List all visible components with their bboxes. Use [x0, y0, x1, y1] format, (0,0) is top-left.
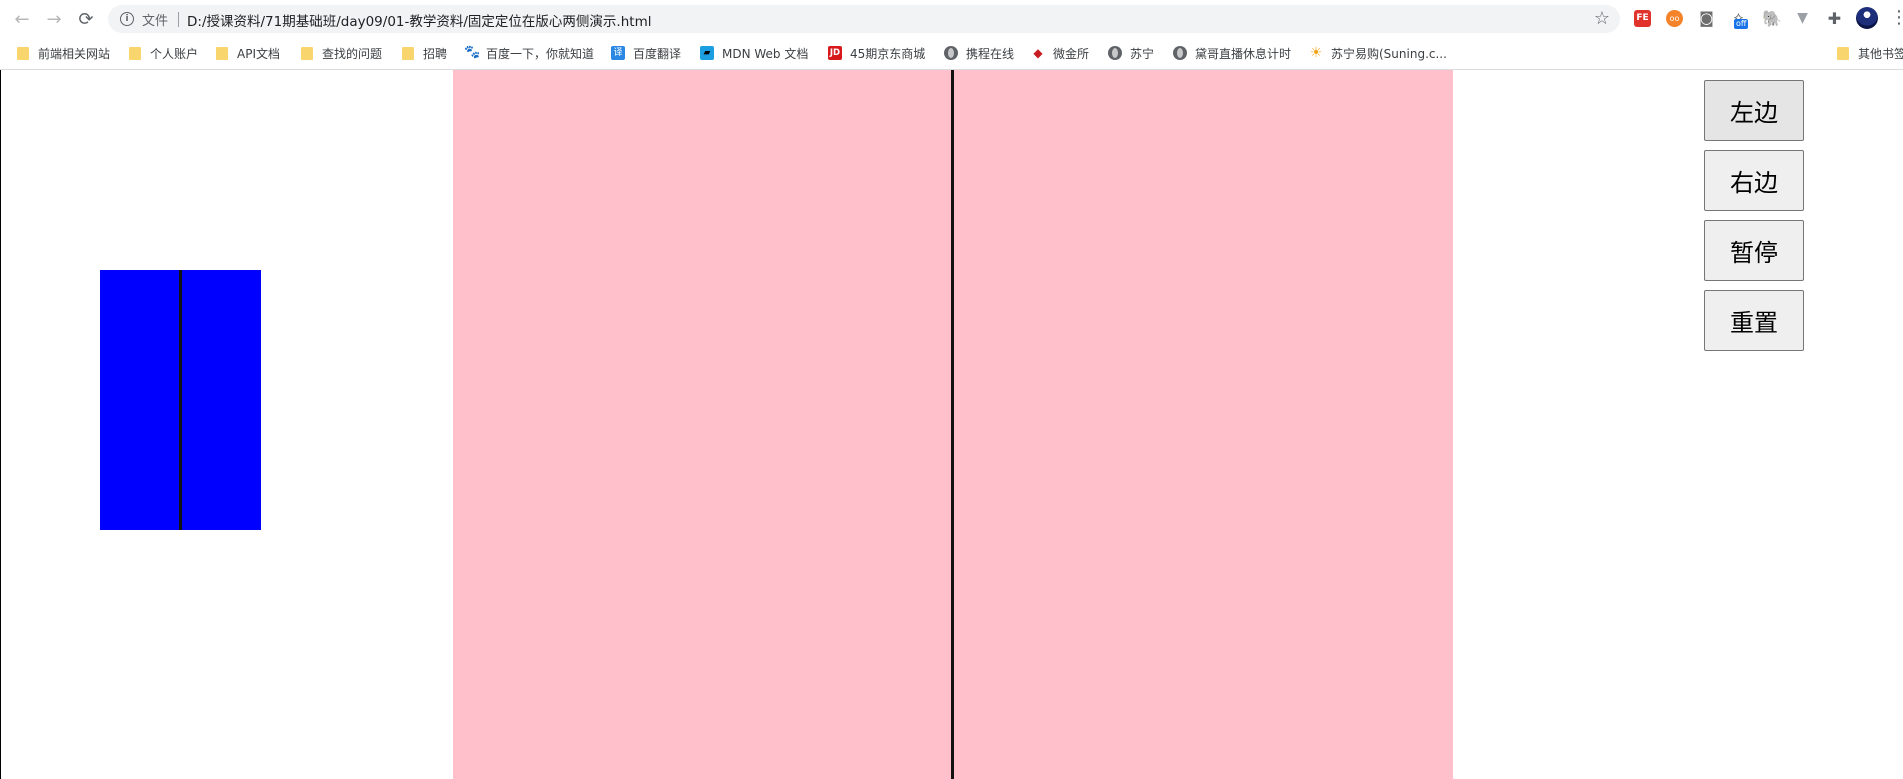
bookmark-item[interactable]: ◆ 微金所: [1031, 45, 1089, 61]
bookmark-label: 45期京东商城: [850, 46, 926, 61]
other-bookmarks-label: 其他书签: [1858, 46, 1903, 61]
folder-icon: [402, 46, 414, 60]
bookmark-item[interactable]: 黛哥直播休息计时: [1173, 45, 1291, 61]
url-separator: [178, 12, 179, 27]
center-line: [951, 70, 954, 779]
bookmark-item[interactable]: 携程在线: [944, 45, 1014, 61]
oo-text: oo: [1669, 14, 1680, 23]
bookmark-star-icon[interactable]: ☆: [1594, 8, 1610, 29]
folder-icon: [216, 46, 228, 60]
weijinsuo-icon: ◆: [1033, 46, 1043, 60]
profile-avatar[interactable]: [1856, 7, 1878, 29]
bookmark-label: 苏宁易购(Suning.c...: [1331, 46, 1447, 61]
bookmark-label: 查找的问题: [322, 46, 383, 61]
page-viewport: 左边 右边 暂停 重置: [0, 70, 1903, 779]
fe-helper-extension-icon[interactable]: FE: [1634, 10, 1651, 27]
site-info-icon[interactable]: i: [120, 12, 134, 26]
menu-dots-icon[interactable]: ⋮: [1890, 7, 1903, 29]
bookmark-item[interactable]: ☀ 苏宁易购(Suning.c...: [1309, 45, 1447, 61]
bookmark-item[interactable]: 前端相关网站: [16, 45, 110, 61]
oo-extension-icon[interactable]: oo: [1666, 10, 1683, 27]
bookmark-item[interactable]: 个人账户: [128, 45, 198, 61]
off-extension-icon[interactable]: ⟡ off: [1730, 10, 1749, 29]
globe-icon: [944, 46, 958, 60]
folder-icon: [129, 46, 141, 60]
reset-button[interactable]: 重置: [1704, 290, 1804, 351]
off-badge: off: [1734, 19, 1749, 29]
folder-icon: [301, 46, 313, 60]
address-bar[interactable]: i 文件 D:/授课资料/71期基础班/day09/01-教学资料/固定定位在版…: [108, 5, 1620, 33]
suning-icon: ☀: [1309, 45, 1323, 61]
bookmark-item[interactable]: JD 45期京东商城: [828, 45, 925, 61]
puzzle-extensions-icon[interactable]: ✚: [1826, 10, 1843, 27]
bookmark-label: MDN Web 文档: [722, 46, 809, 61]
globe-icon: [1108, 46, 1122, 60]
right-button[interactable]: 右边: [1704, 150, 1804, 211]
evernote-extension-icon[interactable]: 🐘: [1762, 10, 1782, 27]
side-box-center-line: [179, 270, 182, 530]
url-text[interactable]: D:/授课资料/71期基础班/day09/01-教学资料/固定定位在版心两侧演示…: [187, 10, 651, 30]
bookmark-item[interactable]: API文档: [215, 45, 280, 61]
folder-icon: [17, 46, 29, 60]
url-scheme-label: 文件: [142, 14, 169, 29]
baidu-paw-icon: 🐾: [464, 45, 481, 60]
reload-icon[interactable]: ⟳: [75, 8, 97, 30]
bookmark-item[interactable]: 查找的问题: [300, 45, 382, 61]
bookmark-label: 个人账户: [150, 46, 199, 61]
bookmark-label: 招聘: [423, 46, 448, 61]
mdn-icon: ▰: [700, 46, 714, 60]
globe-icon: [1173, 46, 1187, 60]
bookmark-label: 百度一下，你就知道: [486, 46, 595, 61]
bookmark-label: API文档: [237, 46, 280, 61]
forward-arrow-icon[interactable]: →: [43, 8, 65, 30]
bookmark-label: 苏宁: [1130, 46, 1155, 61]
pause-button[interactable]: 暂停: [1704, 220, 1804, 281]
back-arrow-icon[interactable]: ←: [11, 8, 33, 30]
v-extension-icon[interactable]: ▼: [1794, 10, 1811, 27]
folder-icon: [1837, 46, 1849, 60]
browser-toolbar: ← → ⟳ i 文件 D:/授课资料/71期基础班/day09/01-教学资料/…: [0, 0, 1903, 37]
bookmark-item[interactable]: 译百度翻译: [611, 45, 681, 61]
bookmark-item[interactable]: 苏宁: [1108, 45, 1154, 61]
fixed-side-box: [100, 270, 261, 530]
other-bookmarks[interactable]: 其他书签: [1836, 45, 1903, 61]
bookmark-item[interactable]: 🐾 百度一下，你就知道: [464, 45, 594, 61]
camera-extension-icon[interactable]: ◙: [1698, 10, 1715, 27]
bookmark-label: 百度翻译: [633, 46, 682, 61]
bookmark-label: 微金所: [1053, 46, 1090, 61]
jd-icon: JD: [828, 46, 842, 60]
bookmark-item[interactable]: ▰ MDN Web 文档: [700, 45, 808, 61]
baidu-translate-icon: 译: [611, 46, 625, 60]
bookmark-label: 携程在线: [966, 46, 1015, 61]
page-left-edge: [0, 70, 1, 779]
bookmark-item[interactable]: 招聘: [401, 45, 447, 61]
fe-text: FE: [1636, 13, 1649, 23]
bookmark-label: 黛哥直播休息计时: [1195, 46, 1292, 61]
bookmarks-bar: 前端相关网站 个人账户 API文档 查找的问题 招聘 🐾 百度一下，你就知道 译百…: [0, 37, 1903, 70]
bookmark-label: 前端相关网站: [38, 46, 111, 61]
left-button[interactable]: 左边: [1704, 80, 1804, 141]
